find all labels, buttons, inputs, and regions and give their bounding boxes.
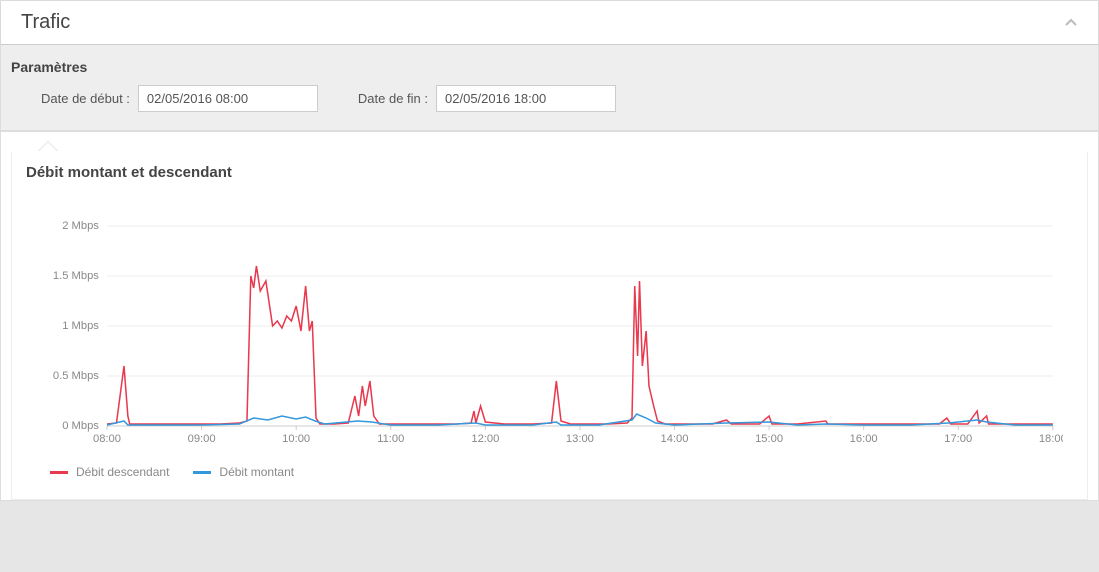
svg-text:13:00: 13:00 bbox=[566, 433, 594, 445]
svg-text:1 Mbps: 1 Mbps bbox=[62, 320, 99, 332]
start-date-field: Date de début : bbox=[41, 85, 318, 112]
svg-text:0.5 Mbps: 0.5 Mbps bbox=[53, 370, 99, 382]
svg-text:11:00: 11:00 bbox=[377, 433, 404, 445]
svg-text:16:00: 16:00 bbox=[850, 433, 878, 445]
svg-text:10:00: 10:00 bbox=[282, 433, 310, 445]
chart-legend: Débit descendant Débit montant bbox=[50, 465, 1073, 479]
chart-svg: 0 Mbps 0.5 Mbps 1 Mbps 1.5 Mbps 2 Mbps 08:00 0… bbox=[46, 211, 1063, 451]
start-date-label: Date de début : bbox=[41, 91, 130, 106]
chart-plot: 0 Mbps 0.5 Mbps 1 Mbps 1.5 Mbps 2 Mbps 08:00 0… bbox=[46, 211, 1063, 451]
svg-text:12:00: 12:00 bbox=[471, 433, 499, 445]
svg-text:09:00: 09:00 bbox=[188, 433, 216, 445]
legend-label-down: Débit descendant bbox=[76, 465, 169, 479]
svg-text:0 Mbps: 0 Mbps bbox=[62, 420, 99, 432]
svg-text:17:00: 17:00 bbox=[944, 433, 972, 445]
panel-header: Trafic bbox=[1, 1, 1098, 45]
end-date-input[interactable] bbox=[436, 85, 616, 112]
chart-title: Débit montant et descendant bbox=[26, 164, 1073, 181]
svg-text:08:00: 08:00 bbox=[93, 433, 121, 445]
svg-text:15:00: 15:00 bbox=[755, 433, 783, 445]
legend-swatch-down-icon bbox=[50, 471, 68, 474]
collapse-icon[interactable] bbox=[1064, 16, 1078, 30]
parameters-row: Date de début : Date de fin : bbox=[11, 85, 1088, 112]
svg-text:2 Mbps: 2 Mbps bbox=[62, 220, 99, 232]
legend-swatch-up-icon bbox=[193, 471, 211, 474]
parameters-section: Paramètres Date de début : Date de fin : bbox=[1, 45, 1098, 132]
end-date-field: Date de fin : bbox=[358, 85, 616, 112]
svg-text:1.5 Mbps: 1.5 Mbps bbox=[53, 270, 99, 282]
legend-label-up: Débit montant bbox=[219, 465, 294, 479]
legend-item-down[interactable]: Débit descendant bbox=[50, 465, 169, 479]
legend-item-up[interactable]: Débit montant bbox=[193, 465, 294, 479]
chart-pointer-icon bbox=[38, 142, 58, 152]
start-date-input[interactable] bbox=[138, 85, 318, 112]
traffic-panel: Trafic Paramètres Date de début : Date d… bbox=[0, 0, 1099, 501]
svg-text:14:00: 14:00 bbox=[661, 433, 689, 445]
svg-text:18:00: 18:00 bbox=[1039, 433, 1063, 445]
end-date-label: Date de fin : bbox=[358, 91, 428, 106]
chart-card: Débit montant et descendant 0 Mbps 0.5 Mb… bbox=[11, 152, 1088, 500]
parameters-heading: Paramètres bbox=[11, 59, 1088, 75]
panel-title: Trafic bbox=[21, 11, 70, 34]
